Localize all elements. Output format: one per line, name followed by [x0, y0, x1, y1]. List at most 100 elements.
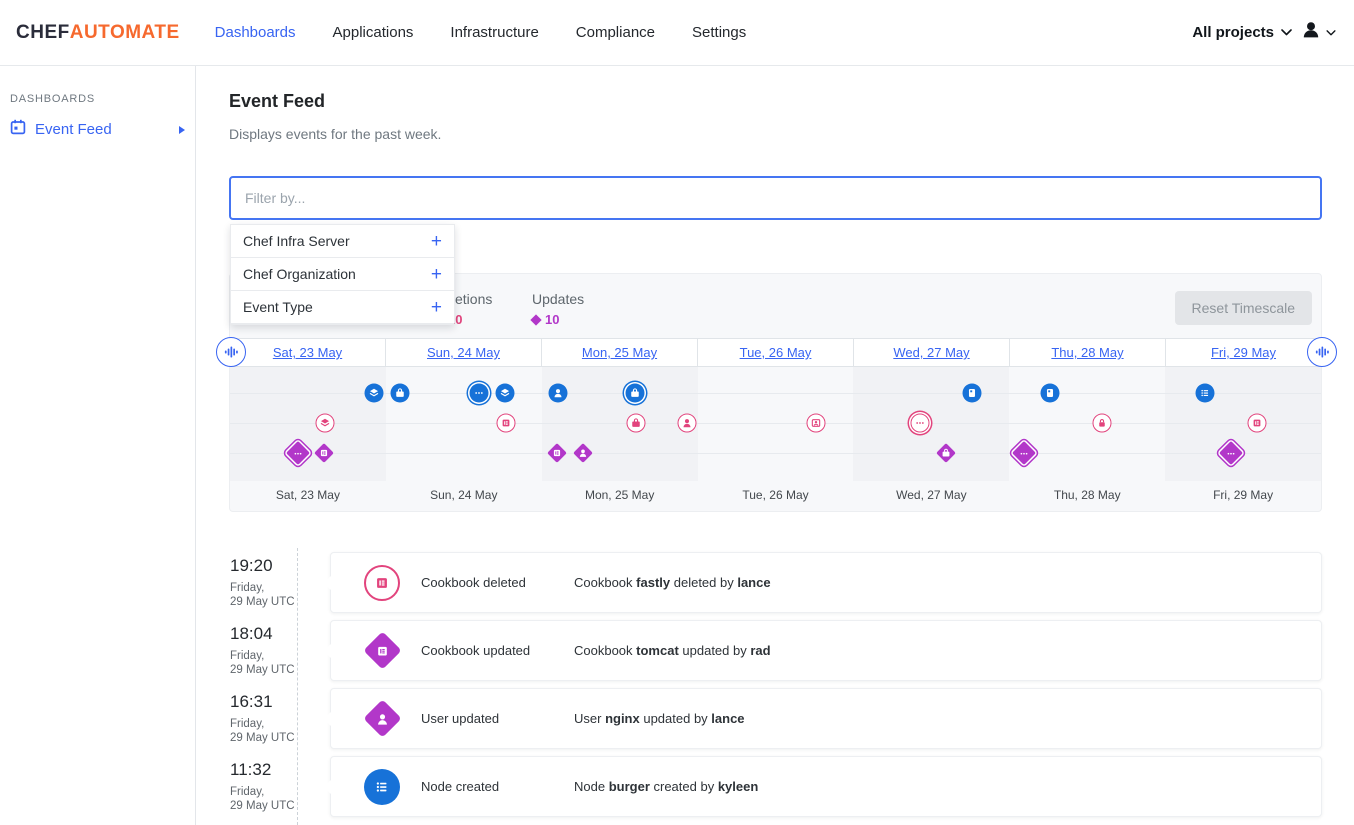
day-link[interactable]: Sun, 24 May [427, 345, 500, 360]
event-description: Cookbook tomcat updated by rad [574, 643, 771, 658]
event-feed-row: 11:32 Friday, 29 May UTC Node created No… [229, 752, 1322, 820]
day-link[interactable]: Mon, 25 May [582, 345, 657, 360]
day-header-cell: Sun, 24 May [385, 339, 541, 366]
sidebar-item-event-feed[interactable]: Event Feed [10, 119, 185, 140]
expand-arrow-icon[interactable] [179, 126, 185, 134]
event-day-date: Friday, 29 May UTC [230, 718, 325, 746]
day-link[interactable]: Fri, 29 May [1211, 345, 1276, 360]
chart-event-create-bag-icon[interactable] [626, 384, 645, 403]
event-weekday: Friday, [230, 650, 325, 664]
chart-event-create-node-icon[interactable] [963, 384, 982, 403]
chart-event-update-ellipsis-icon[interactable] [290, 445, 307, 462]
chart-event-delete-layers-icon[interactable] [316, 414, 335, 433]
chart-event-update-ellipsis-icon[interactable] [1223, 445, 1240, 462]
filter-category-label: Chef Organization [243, 266, 356, 282]
top-navbar: CHEFAUTOMATE DashboardsApplicationsInfra… [0, 0, 1354, 66]
chart-gridline [230, 423, 1321, 424]
chart-event-delete-lock-icon[interactable] [1093, 414, 1112, 433]
chevron-down-icon [1326, 30, 1336, 36]
chart-gridline [230, 453, 1321, 454]
day-link[interactable]: Wed, 27 May [893, 345, 969, 360]
chart-event-update-bag-icon[interactable] [939, 446, 953, 460]
expand-plus-icon[interactable]: + [431, 265, 442, 284]
filter-dropdown-item[interactable]: Event Type + [231, 291, 454, 324]
chart-event-update-cookbook-icon[interactable] [550, 446, 564, 460]
nav-link[interactable]: Dashboards [215, 24, 296, 41]
chart-event-create-layers-icon[interactable] [496, 384, 515, 403]
timeline-day-column [698, 367, 854, 481]
axis-day-label: Tue, 26 May [698, 481, 854, 502]
chart-event-delete-person-icon[interactable] [678, 414, 697, 433]
filter-dropdown-item[interactable]: Chef Infra Server + [231, 225, 454, 258]
chart-event-delete-badge-icon[interactable] [807, 414, 826, 433]
day-link[interactable]: Tue, 26 May [740, 345, 812, 360]
day-header-cell: Fri, 29 May [1165, 339, 1321, 366]
chart-event-create-layers-icon[interactable] [365, 384, 384, 403]
timescale-handle-right[interactable] [1307, 337, 1337, 367]
event-description: Node burger created by kyleen [574, 779, 758, 794]
reset-timescale-button[interactable]: Reset Timescale [1175, 291, 1312, 325]
event-day-date: Friday, 29 May UTC [230, 786, 325, 814]
event-weekday: Friday, [230, 718, 325, 732]
chart-event-create-list-icon[interactable] [1196, 384, 1215, 403]
chart-event-delete-ellipsis-icon[interactable] [911, 414, 930, 433]
sidebar-section-label: DASHBOARDS [10, 93, 195, 105]
nav-link[interactable]: Applications [333, 24, 414, 41]
logo-chef-text: CHEF [16, 22, 70, 43]
event-card: User updated User nginx updated by lance [330, 688, 1322, 749]
event-time-group: 18:04 Friday, 29 May UTC [230, 624, 325, 678]
chart-event-update-cookbook-icon[interactable] [317, 446, 331, 460]
chart-event-create-node-icon[interactable] [1041, 384, 1060, 403]
timeline-day-column [1165, 367, 1321, 481]
event-type-label: Node created [421, 779, 499, 794]
event-type-icon [364, 769, 400, 805]
chart-event-delete-bag-icon[interactable] [627, 414, 646, 433]
axis-day-label: Mon, 25 May [542, 481, 698, 502]
day-link[interactable]: Sat, 23 May [273, 345, 342, 360]
nav-link[interactable]: Settings [692, 24, 746, 41]
page-title: Event Feed [229, 91, 325, 112]
user-menu[interactable] [1300, 19, 1336, 46]
event-date: 29 May UTC [230, 596, 325, 610]
event-time-group: 19:20 Friday, 29 May UTC [230, 556, 325, 610]
axis-day-label: Sat, 23 May [230, 481, 386, 502]
event-date: 29 May UTC [230, 664, 325, 678]
event-type-icon [364, 565, 400, 601]
chart-event-update-ellipsis-icon[interactable] [1016, 445, 1033, 462]
app-window: CHEFAUTOMATE DashboardsApplicationsInfra… [0, 0, 1354, 825]
axis-day-label: Sun, 24 May [386, 481, 542, 502]
legend-item: Updates 10 [532, 291, 584, 327]
day-header-cell: Tue, 26 May [697, 339, 853, 366]
event-date: 29 May UTC [230, 800, 325, 814]
event-type-label: Cookbook updated [421, 643, 530, 658]
event-card: Node created Node burger created by kyle… [330, 756, 1322, 817]
projects-filter-dropdown[interactable]: All projects [1192, 24, 1292, 41]
expand-plus-icon[interactable]: + [431, 232, 442, 251]
filter-category-label: Chef Infra Server [243, 233, 350, 249]
chevron-down-icon [1281, 29, 1292, 36]
nav-link[interactable]: Compliance [576, 24, 655, 41]
user-avatar-icon [1300, 19, 1322, 46]
event-type-icon [364, 701, 400, 737]
nav-link[interactable]: Infrastructure [450, 24, 538, 41]
day-link[interactable]: Thu, 28 May [1051, 345, 1123, 360]
chart-event-create-bag-icon[interactable] [391, 384, 410, 403]
axis-day-label: Thu, 28 May [1009, 481, 1165, 502]
chart-event-create-person-icon[interactable] [549, 384, 568, 403]
event-feed-list: 19:20 Friday, 29 May UTC Cookbook delete… [229, 548, 1322, 825]
timescale-handle-left[interactable] [216, 337, 246, 367]
sidebar-item-label: Event Feed [35, 121, 112, 138]
filter-dropdown-item[interactable]: Chef Organization + [231, 258, 454, 291]
expand-plus-icon[interactable]: + [431, 298, 442, 317]
projects-label: All projects [1192, 24, 1274, 41]
chart-event-delete-cookbook-icon[interactable] [1248, 414, 1267, 433]
chart-event-create-ellipsis-icon[interactable] [470, 384, 489, 403]
event-type-label: Cookbook deleted [421, 575, 526, 590]
event-type-icon [364, 633, 400, 669]
filter-input[interactable] [229, 176, 1322, 220]
chart-event-update-person-icon[interactable] [576, 446, 590, 460]
timeline-axis: Sat, 23 MaySun, 24 MayMon, 25 MayTue, 26… [230, 481, 1321, 502]
chart-event-delete-cookbook-icon[interactable] [497, 414, 516, 433]
event-time: 19:20 [230, 556, 325, 576]
axis-day-label: Fri, 29 May [1165, 481, 1321, 502]
